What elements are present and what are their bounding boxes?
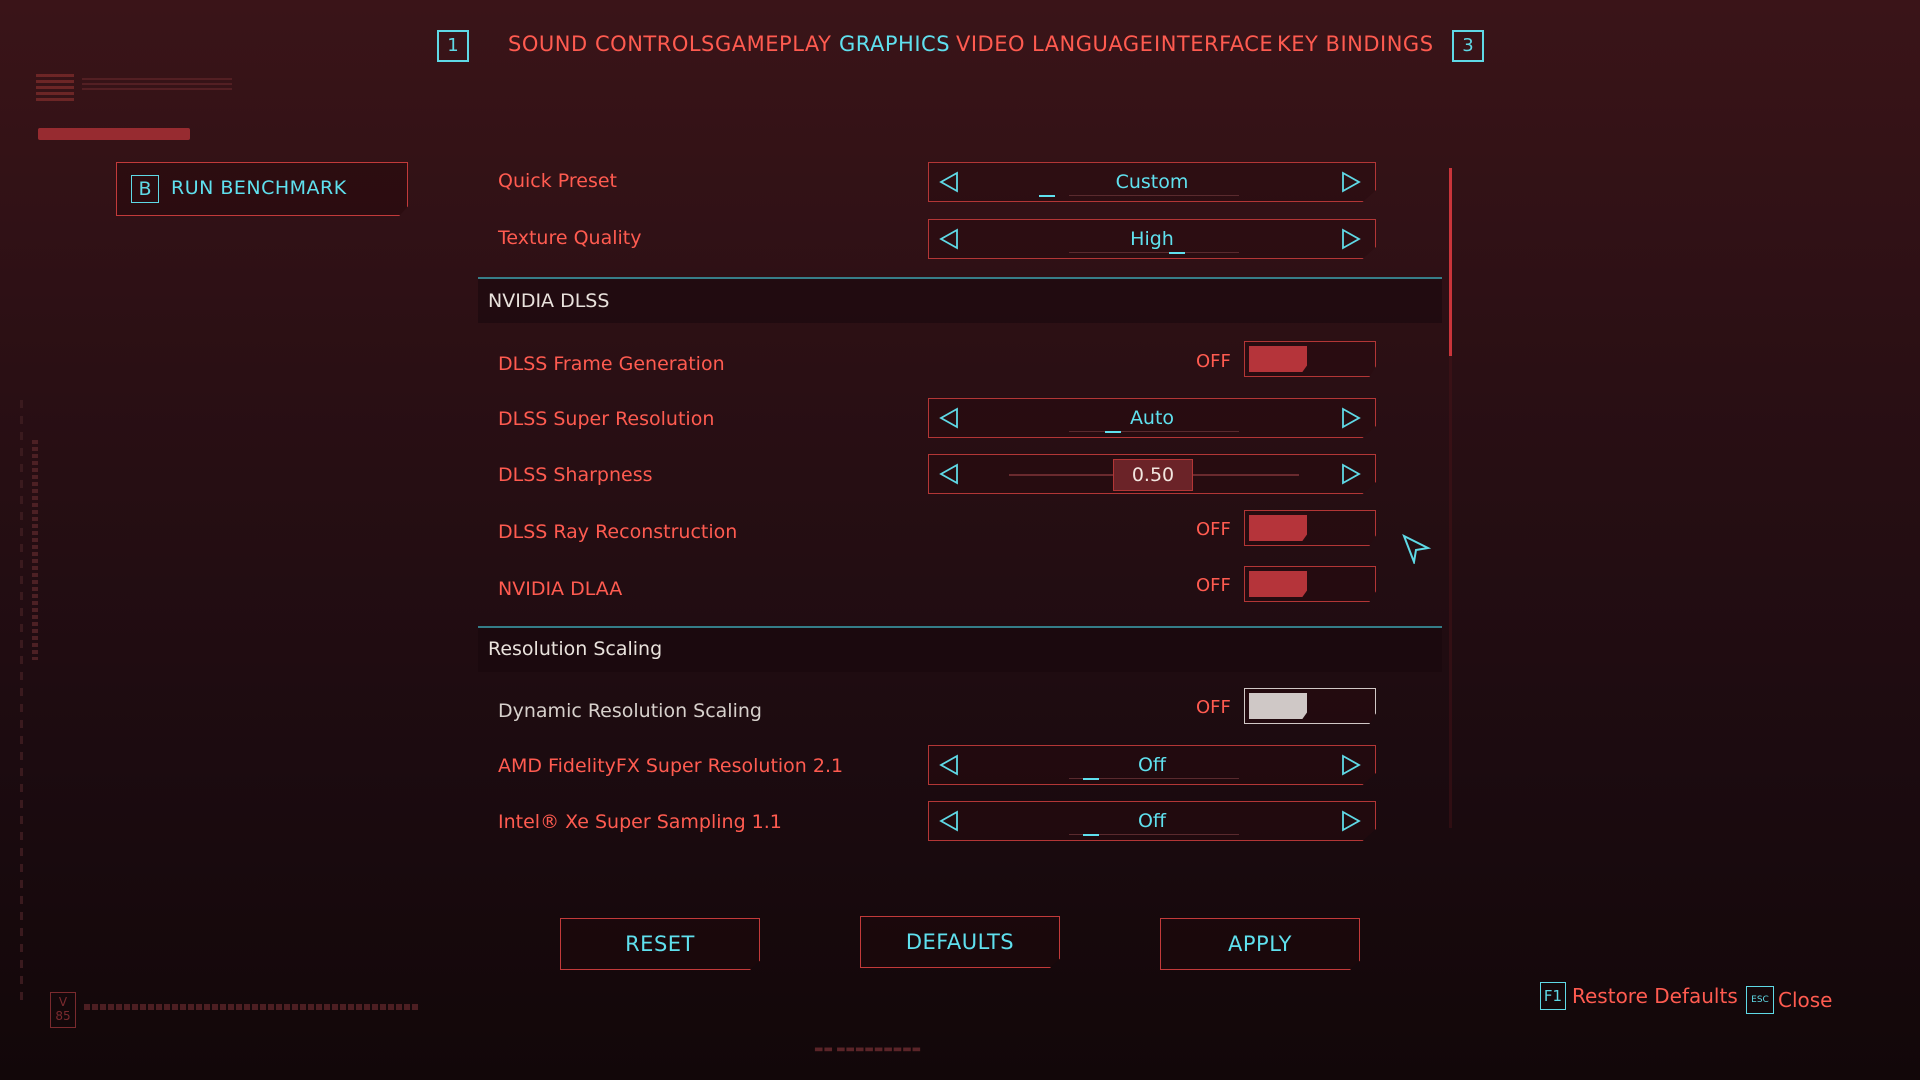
dlss-frame-generation-state: OFF	[1196, 351, 1231, 372]
amd-fsr-value: Off	[1137, 754, 1167, 776]
arrow-right-icon[interactable]	[1339, 406, 1363, 430]
quick-preset-selector[interactable]: Custom	[928, 162, 1376, 202]
arrow-right-icon[interactable]	[1339, 462, 1363, 486]
nvidia-dlaa-state: OFF	[1196, 575, 1231, 596]
version-badge: V 85	[50, 992, 76, 1028]
apply-button[interactable]: APPLY	[1160, 918, 1360, 970]
tab-sound[interactable]: SOUND	[508, 32, 588, 56]
next-tab-key[interactable]: 3	[1452, 30, 1484, 62]
tab-gameplay[interactable]: GAMEPLAY	[715, 32, 831, 56]
arrow-right-icon[interactable]	[1339, 170, 1363, 194]
run-benchmark-button[interactable]: B RUN BENCHMARK	[116, 162, 408, 216]
nvidia-dlaa-label: NVIDIA DLAA	[498, 578, 623, 600]
dlss-sharpness-label: DLSS Sharpness	[498, 464, 653, 486]
restore-defaults-hint[interactable]: Restore Defaults	[1572, 984, 1738, 1008]
intel-xess-label: Intel® Xe Super Sampling 1.1	[498, 811, 782, 833]
nvidia-dlaa-toggle[interactable]	[1244, 566, 1376, 602]
decorative-text	[82, 78, 232, 92]
arrow-left-icon[interactable]	[937, 462, 961, 486]
arrow-right-icon[interactable]	[1339, 227, 1363, 251]
decorative-line	[84, 1004, 418, 1010]
dlss-ray-reconstruction-toggle[interactable]	[1244, 510, 1376, 546]
amd-fsr-selector[interactable]: Off	[928, 745, 1376, 785]
defaults-button[interactable]: DEFAULTS	[860, 916, 1060, 968]
decorative-bar	[38, 128, 190, 140]
arrow-right-icon[interactable]	[1339, 753, 1363, 777]
texture-quality-label: Texture Quality	[498, 227, 642, 249]
decorative-vertical-line	[20, 400, 23, 1000]
quick-preset-value: Custom	[1115, 171, 1189, 193]
dynamic-resolution-scaling-toggle[interactable]	[1244, 688, 1376, 724]
section-header-dlss	[478, 279, 1442, 323]
dlss-sharpness-value[interactable]: 0.50	[1113, 459, 1193, 491]
tab-controls[interactable]: CONTROLS	[595, 32, 715, 56]
reset-button[interactable]: RESET	[560, 918, 760, 970]
section-title-scaling: Resolution Scaling	[488, 638, 663, 660]
texture-quality-selector[interactable]: High	[928, 219, 1376, 259]
decorative-vertical-text	[32, 440, 38, 660]
dlss-frame-generation-label: DLSS Frame Generation	[498, 353, 725, 375]
quick-preset-label: Quick Preset	[498, 170, 618, 192]
tab-language[interactable]: LANGUAGE	[1032, 32, 1153, 56]
dlss-frame-generation-toggle[interactable]	[1244, 341, 1376, 377]
tab-key-bindings[interactable]: KEY BINDINGS	[1277, 32, 1434, 56]
amd-fsr-label: AMD FidelityFX Super Resolution 2.1	[498, 755, 844, 777]
dynamic-resolution-scaling-state: OFF	[1196, 697, 1231, 718]
decorative-footer: ▬▬ ▬▬▬▬▬▬▬▬▬	[814, 1044, 922, 1055]
close-hint[interactable]: Close	[1778, 988, 1832, 1012]
dlss-ray-reconstruction-label: DLSS Ray Reconstruction	[498, 521, 738, 543]
f1-key-icon: F1	[1540, 982, 1566, 1010]
dlss-super-resolution-label: DLSS Super Resolution	[498, 408, 715, 430]
esc-key-icon: ESC	[1746, 986, 1774, 1014]
dlss-super-resolution-value: Auto	[1129, 407, 1175, 429]
dlss-super-resolution-selector[interactable]: Auto	[928, 398, 1376, 438]
mouse-cursor-icon	[1402, 533, 1432, 566]
tab-interface[interactable]: INTERFACE	[1154, 32, 1273, 56]
tab-graphics[interactable]: GRAPHICS	[839, 32, 950, 56]
benchmark-label: RUN BENCHMARK	[171, 177, 347, 199]
texture-quality-value: High	[1130, 228, 1174, 250]
dlss-ray-reconstruction-state: OFF	[1196, 519, 1231, 540]
prev-tab-key[interactable]: 1	[437, 30, 469, 62]
intel-xess-value: Off	[1137, 810, 1167, 832]
logo-decoration	[36, 74, 74, 102]
dlss-sharpness-slider[interactable]: 0.50	[928, 454, 1376, 494]
dynamic-resolution-scaling-label: Dynamic Resolution Scaling	[498, 700, 762, 722]
tab-video[interactable]: VIDEO	[956, 32, 1025, 56]
intel-xess-selector[interactable]: Off	[928, 801, 1376, 841]
section-title-dlss: NVIDIA DLSS	[488, 290, 610, 312]
benchmark-key: B	[131, 175, 159, 203]
scrollbar-thumb[interactable]	[1449, 168, 1452, 356]
top-nav: 1 SOUND CONTROLS GAMEPLAY GRAPHICS VIDEO…	[0, 28, 1920, 68]
arrow-right-icon[interactable]	[1339, 809, 1363, 833]
